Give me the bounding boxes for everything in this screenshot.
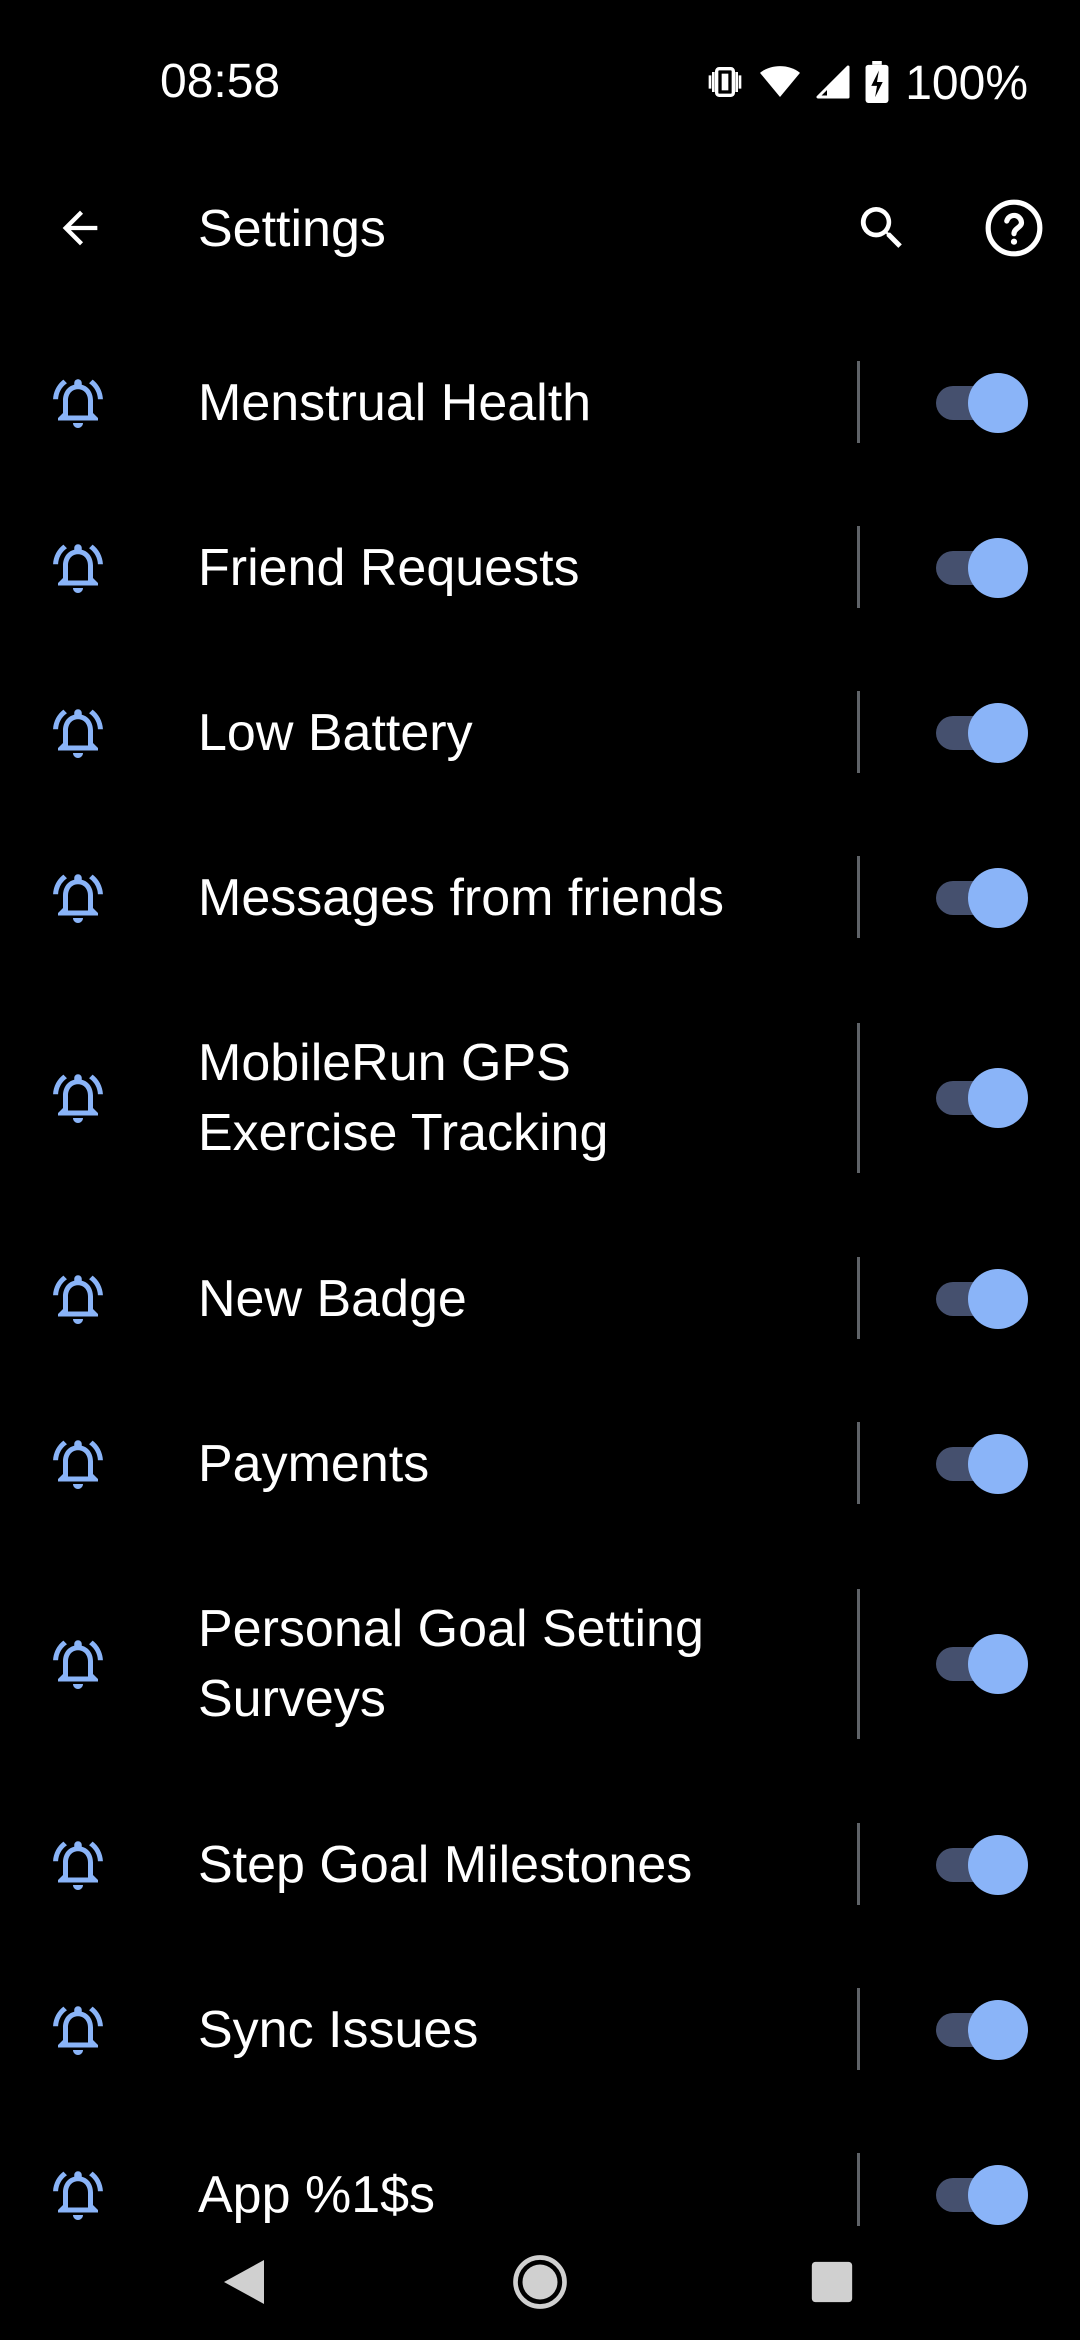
status-icons: 100% xyxy=(705,52,1028,116)
notification-list[interactable]: Menstrual Health Friend Requests Low Bat… xyxy=(0,320,1080,2226)
notification-toggle[interactable] xyxy=(936,702,1028,763)
list-item-label: New Badge xyxy=(198,1269,467,1328)
notification-bell-icon xyxy=(40,1827,116,1903)
wifi-icon xyxy=(759,62,801,107)
app-bar: Settings xyxy=(0,170,1080,290)
notification-toggle[interactable] xyxy=(936,1999,1028,2060)
list-item-label: App %1$s xyxy=(198,2165,436,2224)
list-item-label: Friend Requests xyxy=(198,538,580,597)
help-icon xyxy=(983,197,1045,264)
notification-toggle[interactable] xyxy=(936,1834,1028,1895)
nav-back-icon xyxy=(220,2256,268,2313)
divider xyxy=(857,1023,860,1173)
notification-bell-icon xyxy=(40,1626,116,1702)
list-item[interactable]: Messages from friends xyxy=(0,815,1080,980)
list-item[interactable]: App %1$s xyxy=(0,2112,1080,2226)
battery-percent: 100% xyxy=(905,57,1028,110)
list-item[interactable]: MobileRun GPS Exercise Tracking xyxy=(0,980,1080,1216)
arrow-back-icon xyxy=(54,202,106,259)
notification-toggle[interactable] xyxy=(936,2164,1028,2225)
divider xyxy=(857,2153,860,2226)
nav-home-icon xyxy=(512,2254,568,2315)
nav-recents-button[interactable] xyxy=(792,2244,872,2324)
navigation-bar xyxy=(0,2226,1080,2340)
divider xyxy=(857,1823,860,1905)
nav-back-button[interactable] xyxy=(204,2244,284,2324)
divider xyxy=(857,856,860,938)
search-icon xyxy=(854,200,910,261)
nav-recents-icon xyxy=(810,2260,854,2309)
list-item[interactable]: Step Goal Milestones xyxy=(0,1782,1080,1947)
list-item-label: Step Goal Milestones xyxy=(198,1835,693,1894)
help-button[interactable] xyxy=(974,190,1054,270)
notification-toggle[interactable] xyxy=(936,1068,1028,1128)
nav-home-button[interactable] xyxy=(500,2244,580,2324)
status-bar: 08:58 100% xyxy=(0,0,1080,170)
notification-bell-icon xyxy=(40,1992,116,2068)
notification-bell-icon xyxy=(40,365,116,441)
list-item-label: MobileRun GPS Exercise Tracking xyxy=(198,1034,609,1162)
list-item-label: Low Battery xyxy=(198,703,473,762)
divider xyxy=(857,526,860,608)
list-item[interactable]: Low Battery xyxy=(0,650,1080,815)
list-item[interactable]: New Badge xyxy=(0,1216,1080,1381)
list-item-label: Sync Issues xyxy=(198,2000,479,2059)
notification-toggle[interactable] xyxy=(936,867,1028,928)
search-button[interactable] xyxy=(842,190,922,270)
list-item-label: Messages from friends xyxy=(198,868,724,927)
notification-toggle[interactable] xyxy=(936,1268,1028,1329)
divider xyxy=(857,1422,860,1504)
back-button[interactable] xyxy=(40,190,120,270)
list-item-label: Personal Goal Setting Surveys xyxy=(198,1600,704,1728)
cell-signal-icon xyxy=(815,62,851,107)
status-time: 08:58 xyxy=(160,55,281,108)
divider xyxy=(857,1589,860,1739)
list-item[interactable]: Friend Requests xyxy=(0,485,1080,650)
notification-toggle[interactable] xyxy=(936,1433,1028,1494)
notification-bell-icon xyxy=(40,1426,116,1502)
list-item[interactable]: Sync Issues xyxy=(0,1947,1080,2112)
list-item-label: Payments xyxy=(198,1434,430,1493)
notification-toggle[interactable] xyxy=(936,1634,1028,1694)
list-item[interactable]: Menstrual Health xyxy=(0,320,1080,485)
notification-bell-icon xyxy=(40,2157,116,2227)
notification-toggle[interactable] xyxy=(936,372,1028,433)
notification-bell-icon xyxy=(40,1261,116,1337)
notification-toggle[interactable] xyxy=(936,537,1028,598)
divider xyxy=(857,1988,860,2070)
divider xyxy=(857,691,860,773)
notification-bell-icon xyxy=(40,530,116,606)
battery-charging-icon xyxy=(865,60,889,108)
page-title: Settings xyxy=(198,200,386,258)
list-item-label: Menstrual Health xyxy=(198,373,592,432)
list-item[interactable]: Personal Goal Setting Surveys xyxy=(0,1546,1080,1782)
divider xyxy=(857,1257,860,1339)
notification-bell-icon xyxy=(40,860,116,936)
notification-bell-icon xyxy=(40,1060,116,1136)
list-item[interactable]: Payments xyxy=(0,1381,1080,1546)
divider xyxy=(857,361,860,443)
notification-bell-icon xyxy=(40,695,116,771)
vibrate-icon xyxy=(705,62,745,107)
